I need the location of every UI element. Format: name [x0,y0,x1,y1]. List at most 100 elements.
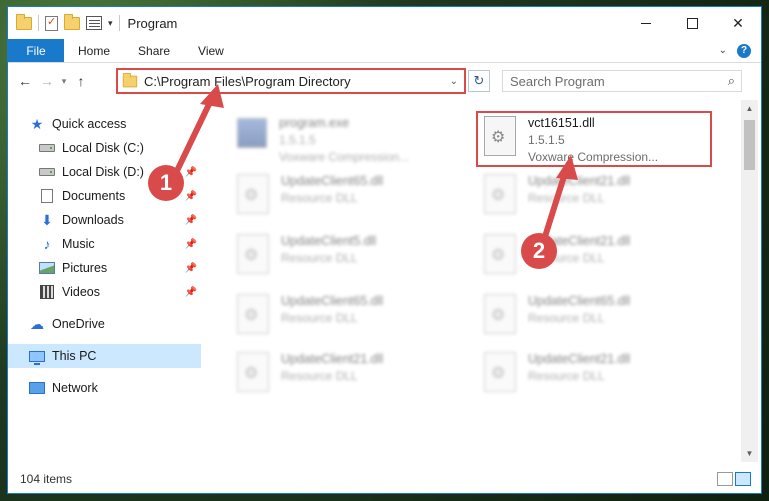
disk-icon [38,140,56,156]
sidebar-item-this-pc[interactable]: This PC [8,344,201,368]
file-meta: UpdateClient65.dll Resource DLL [281,172,383,205]
tiles-view-icon[interactable] [735,471,751,486]
sidebar-item-local-disk-c[interactable]: Local Disk (C:) [8,136,201,160]
refresh-icon: ↻ [473,73,485,88]
file-tile-program-exe[interactable]: program.exe 1.5.1.5 Voxware Compression.… [237,114,477,168]
file-tile[interactable]: UpdateClient5.dll Resource DLL [237,232,477,286]
computer-icon [28,348,46,365]
up-arrow-icon[interactable]: ↑ [70,73,92,89]
dll-file-icon [237,352,269,392]
forward-arrow-icon[interactable]: → [36,73,58,89]
file-tile[interactable]: UpdateClient21.dll Resource DLL [484,350,724,404]
item-count: 104 items [20,471,73,486]
pin-icon[interactable]: 📌 [185,287,197,298]
ribbon-right: ⌄ ? [719,39,761,62]
tab-share[interactable]: Share [124,39,184,62]
vertical-scrollbar[interactable]: ▲ ▼ [741,100,758,462]
scroll-down-arrow-icon[interactable]: ▼ [741,445,758,462]
sidebar-item-quick-access[interactable]: ★ Quick access [8,112,201,136]
file-meta: UpdateClient65.dll Resource DLL [281,292,383,325]
recent-locations-chevron-icon[interactable]: ▾ [58,76,70,87]
sidebar-item-label: Music [62,237,95,251]
file-description: Resource DLL [281,311,358,325]
file-meta: UpdateClient21.dll Resource DLL [281,350,383,383]
file-name: UpdateClient65.dll [281,174,384,188]
file-description: Resource DLL [528,311,605,325]
back-arrow-icon[interactable]: ← [14,73,36,89]
file-meta: program.exe 1.5.1.5 Voxware Compression.… [279,114,409,164]
file-highlight-box [476,111,712,167]
sidebar-item-network[interactable]: Network [8,376,201,400]
dll-file-icon [484,294,516,334]
status-bar: 104 items [8,462,761,493]
refresh-button[interactable]: ↻ [468,70,490,92]
address-path[interactable]: C:\Program Files\Program Directory [144,74,351,89]
navigation-pane: ★ Quick access Local Disk (C:) Local Dis… [8,100,201,462]
sidebar-item-label: Documents [62,189,126,203]
file-name: UpdateClient65.dll [281,294,384,308]
downloads-icon: ⬇ [41,211,53,228]
details-view-icon[interactable] [717,471,733,486]
file-tile[interactable]: UpdateClient65.dll Resource DLL [237,172,477,226]
chevron-down-icon[interactable]: ▾ [108,18,113,29]
address-bar[interactable]: C:\Program Files\Program Directory ⌄ [116,68,466,94]
sidebar-item-pictures[interactable]: Pictures 📌 [8,256,201,280]
close-button[interactable]: ✕ [715,7,761,39]
sidebar-item-music[interactable]: ♪ Music 📌 [8,232,201,256]
pictures-icon [38,260,56,276]
scrollbar-thumb[interactable] [744,120,755,170]
file-tile[interactable]: UpdateClient65.dll Resource DLL [484,292,724,346]
maximize-button[interactable] [669,7,715,39]
pin-icon[interactable]: 📌 [185,263,197,274]
search-input[interactable]: Search Program ⌕ [502,70,742,92]
file-description: Resource DLL [528,369,605,383]
dll-file-icon [484,174,516,214]
sidebar-item-downloads[interactable]: ⬇ Downloads 📌 [8,208,201,232]
tab-view[interactable]: View [184,39,238,62]
view-options-icon[interactable] [86,16,102,30]
file-name: program.exe [279,116,350,130]
sidebar-item-label: Downloads [62,213,124,227]
file-tile[interactable]: UpdateClient21.dll Resource DLL [484,172,724,226]
pin-icon[interactable]: 📌 [185,167,197,178]
file-description: Resource DLL [281,251,358,265]
folder-icon [16,13,32,30]
file-description: Resource DLL [281,191,358,205]
pin-icon[interactable]: 📌 [185,191,197,202]
file-tile[interactable]: UpdateClient65.dll Resource DLL [237,292,477,346]
scroll-up-arrow-icon[interactable]: ▲ [741,100,758,117]
dll-file-icon [484,352,516,392]
file-explorer-window: ▾ Program ✕ File Home Share View ⌄ ? ← →… [7,6,762,494]
pin-icon[interactable]: 📌 [185,239,197,250]
caption-buttons: ✕ [623,7,761,39]
executable-icon [237,118,267,148]
ribbon-tabs: File Home Share View ⌄ ? [8,39,761,63]
properties-icon[interactable] [45,15,58,31]
search-icon[interactable]: ⌕ [728,73,735,89]
sidebar-item-label: Network [52,381,98,395]
new-folder-icon[interactable] [64,13,80,30]
file-tile[interactable]: UpdateClient21.dll Resource DLL [237,350,477,404]
file-meta: UpdateClient21.dll Resource DLL [528,172,630,205]
file-tile[interactable]: UpdateClient21.dll Resource DLL [484,232,724,286]
sidebar-item-onedrive[interactable]: ☁ OneDrive [8,312,201,336]
file-meta: UpdateClient65.dll Resource DLL [528,292,630,325]
chevron-down-icon[interactable]: ⌄ [719,45,727,56]
dll-file-icon [237,234,269,274]
file-description: Resource DLL [281,369,358,383]
tab-home[interactable]: Home [64,39,124,62]
step-badge-2: 2 [521,233,557,269]
pin-icon[interactable]: 📌 [185,215,197,226]
star-icon: ★ [30,115,44,132]
file-meta: UpdateClient21.dll Resource DLL [528,350,630,383]
minimize-button[interactable] [623,7,669,39]
window-title: Program [127,15,178,31]
folder-icon [122,72,138,87]
tab-file[interactable]: File [8,39,64,62]
file-name: UpdateClient5.dll [281,234,377,248]
chevron-down-icon[interactable]: ⌄ [450,76,464,87]
help-icon[interactable]: ? [737,43,751,58]
sidebar-item-videos[interactable]: Videos 📌 [8,280,201,304]
search-placeholder: Search Program [510,73,605,89]
quick-access-toolbar: ▾ [8,13,120,31]
